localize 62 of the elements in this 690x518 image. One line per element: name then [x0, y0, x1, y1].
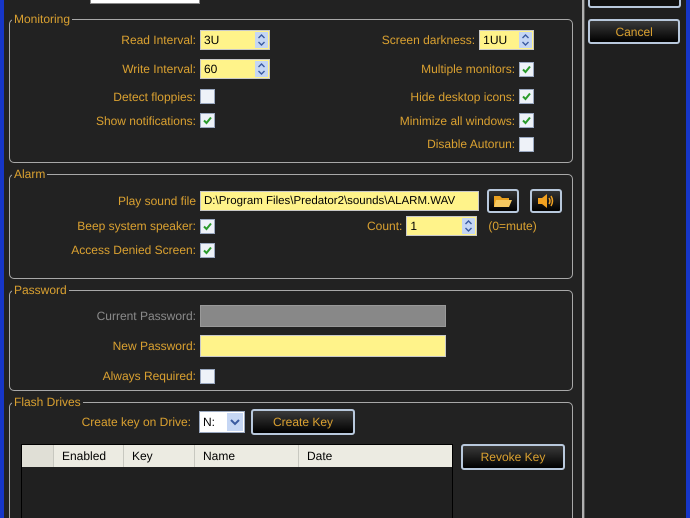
- spinner-field[interactable]: 60: [200, 59, 270, 79]
- checkbox[interactable]: [200, 113, 215, 128]
- check-icon: [521, 115, 532, 126]
- check-icon: [521, 64, 532, 74]
- checkbox[interactable]: [519, 136, 534, 152]
- field-label: New Password:: [112, 339, 196, 353]
- field-label: Show notifications:: [96, 114, 196, 128]
- group-title: Monitoring: [13, 12, 72, 26]
- folder-button[interactable]: [487, 189, 519, 213]
- create-key-button[interactable]: Create Key: [251, 409, 355, 435]
- hint-text: (0=mute): [488, 219, 537, 233]
- checkbox[interactable]: [519, 113, 534, 128]
- spinner-arrows-icon[interactable]: [255, 32, 268, 48]
- spinner-field[interactable]: 1UU: [479, 30, 534, 50]
- check-icon: [202, 115, 213, 126]
- field-label: Create key on Drive:: [80, 415, 191, 429]
- button[interactable]: [588, 0, 682, 8]
- group-title: Alarm: [13, 167, 46, 181]
- chevron-down-icon: [227, 413, 243, 431]
- drive-dropdown[interactable]: N:: [199, 411, 245, 433]
- field-label: Play sound file: [116, 194, 196, 208]
- column-header[interactable]: Name: [194, 445, 298, 467]
- speaker-icon: [537, 193, 555, 209]
- checkbox[interactable]: [519, 89, 534, 104]
- cancel-button[interactable]: Cancel: [588, 19, 680, 44]
- field-label: Detect floppies:: [113, 90, 196, 104]
- check-icon: [521, 91, 532, 102]
- field-label: Beep system speaker:: [76, 219, 196, 233]
- column-header[interactable]: Enabled: [53, 445, 123, 467]
- checkbox[interactable]: [200, 242, 215, 258]
- field-label: Minimize all windows:: [400, 114, 516, 128]
- spinner-field[interactable]: 1: [406, 216, 478, 236]
- field-label: Write Interval:: [122, 62, 196, 76]
- checkbox[interactable]: [200, 89, 215, 104]
- check-icon: [202, 220, 213, 232]
- field-label: Disable Autorun:: [427, 137, 516, 151]
- column-header[interactable]: Key: [123, 445, 194, 467]
- group-title: Flash Drives: [13, 395, 82, 409]
- spinner-arrows-icon[interactable]: [462, 218, 476, 234]
- field-label: Access Denied Screen:: [70, 243, 196, 257]
- spinner-field[interactable]: 3U: [200, 30, 270, 50]
- spinner-arrows-icon[interactable]: [519, 32, 532, 48]
- checkbox[interactable]: [200, 218, 215, 234]
- field-label: Always Required:: [102, 369, 196, 383]
- checkbox[interactable]: [519, 62, 534, 76]
- play-sound-button[interactable]: [530, 189, 562, 213]
- folder-icon: [493, 193, 513, 209]
- field-label: Read Interval:: [121, 33, 196, 47]
- spinner-arrows-icon[interactable]: [255, 61, 268, 77]
- field-label: Current Password:: [96, 309, 196, 323]
- check-icon: [202, 244, 213, 256]
- revoke-key-button[interactable]: Revoke Key: [461, 444, 565, 470]
- password-field[interactable]: [200, 335, 446, 357]
- field-label: Screen darkness:: [382, 33, 476, 47]
- field-label: Hide desktop icons:: [410, 90, 516, 104]
- column-header[interactable]: Date: [298, 445, 452, 467]
- field-label: Count:: [367, 219, 402, 233]
- group-title: Password: [13, 283, 68, 297]
- text-field[interactable]: [90, 0, 200, 4]
- field-label: Multiple monitors:: [421, 62, 516, 76]
- checkbox[interactable]: [200, 368, 215, 384]
- file-path-field[interactable]: D:\Program Files\Predator2\sounds\ALARM.WAV: [200, 191, 479, 211]
